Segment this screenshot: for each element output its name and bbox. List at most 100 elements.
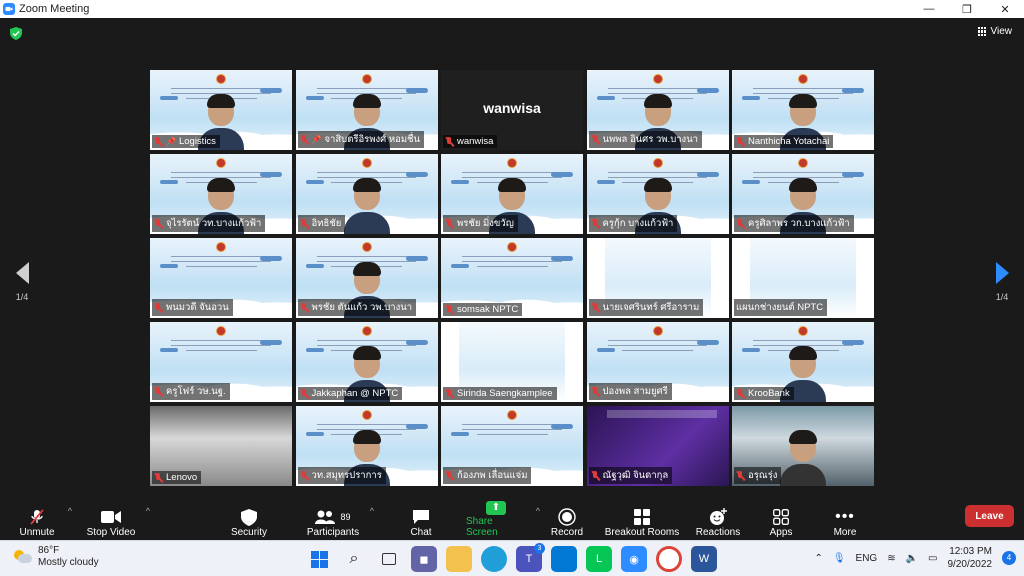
unmute-button[interactable]: Unmute ^ [16,500,72,538]
participants-options-caret-icon[interactable]: ^ [370,506,374,516]
line-app-icon[interactable]: L [586,546,612,572]
participant-name: นายเจศรินทร์ ศรีอาราม [602,302,700,313]
start-button-icon[interactable] [306,546,332,572]
participant-name-label: แผนกช่างยนต์ NPTC [734,299,828,316]
video-tile[interactable]: แผนกช่างยนต์ NPTC [732,238,874,318]
chevron-up-icon[interactable]: ⌃ [814,553,822,564]
more-button[interactable]: ••• More [830,500,860,538]
edge-browser-icon[interactable] [481,546,507,572]
video-options-caret-icon[interactable]: ^ [146,506,150,516]
mic-muted-icon [445,218,454,229]
participant-name: จาสิบตรีอิรพงศ์ หอมชื่น [324,134,421,145]
view-button[interactable]: View [977,26,1012,37]
mic-muted-icon [591,218,600,229]
language-indicator[interactable]: ENG [856,553,878,564]
more-label: More [833,527,857,538]
participant-name-label: wanwisa [443,135,498,148]
participant-name: ณัฐวุฒิ จินดากุล [602,470,669,481]
close-button[interactable]: ✕ [986,0,1024,18]
security-shield-icon [241,507,257,527]
microphone-icon[interactable]: 🎙 [833,553,846,564]
video-tile[interactable]: พรชัย ตันแก้ว วพ.บางนา [295,238,438,318]
mic-muted-icon [445,470,454,481]
zoom-taskbar-icon[interactable]: ◉ [621,546,647,572]
participant-name-label: KrooBank [734,387,794,400]
video-tile[interactable]: พรชัย มิ่งขวัญ [441,154,583,234]
stop-video-button[interactable]: Stop Video ^ [86,500,150,538]
chevron-left-icon [15,262,29,284]
video-tile[interactable]: 📌 Logistics [150,70,292,150]
video-tile[interactable]: Nanthicha Yotachai [732,70,874,150]
apps-button[interactable]: Apps [768,500,794,538]
video-tile[interactable]: 📌 จาสิบตรีอิรพงศ์ หอมชื่น [295,70,438,150]
video-tile[interactable]: ครูศิลาพร วก.บางแก้วฟ้า [732,154,874,234]
mic-muted-icon [591,470,600,481]
weather-widget[interactable]: 86°F Mostly cloudy [14,545,99,569]
teams-icon[interactable]: T3 [516,543,545,572]
participant-name-label: พรชัย ตันแก้ว วพ.บางนา [297,299,417,316]
mic-muted-icon [300,470,309,481]
chat-button[interactable]: Chat [408,500,434,538]
chrome-browser-icon[interactable] [656,546,682,572]
video-tile[interactable]: ครูกุ้ก บางแก้วฟ้า [586,154,729,234]
participants-button[interactable]: 89 Participants ^ [306,500,374,538]
notification-badge[interactable]: 4 [1002,551,1016,565]
battery-icon[interactable]: ▭ [928,553,937,564]
microsoft-store-icon[interactable] [551,546,577,572]
participant-name-label: 📌 จาสิบตรีอิรพงศ์ หอมชื่น [297,131,425,148]
video-tile[interactable]: วท.สมุทรปราการ [295,406,438,486]
breakout-rooms-button[interactable]: Breakout Rooms [604,500,680,538]
participant-name-label: Sirinda Saengkamplee [443,387,557,400]
participants-icon: 89 [315,507,351,527]
encryption-shield-icon[interactable] [10,27,22,40]
share-screen-label: Share Screen [466,516,498,538]
security-button[interactable]: Security [230,500,268,538]
windows-taskbar: 86°F Mostly cloudy ⌕ ◼ T3 L ◉ W ⌃ 🎙 ENG … [0,540,1024,576]
audio-options-caret-icon[interactable]: ^ [68,506,72,516]
leave-button[interactable]: Leave [965,505,1014,527]
video-tile[interactable]: ปองพล สามยูศรี [586,322,729,402]
clock[interactable]: 12:03 PM 9/20/2022 [948,545,993,571]
mic-muted-icon [445,304,454,315]
previous-page-button[interactable]: 1/4 [8,262,36,302]
maximize-button[interactable]: ❐ [948,0,986,18]
minimize-button[interactable]: — [910,0,948,18]
video-tile[interactable]: นายเจศรินทร์ ศรีอาราม [586,238,729,318]
video-tile[interactable]: Lenovo [150,406,292,486]
mic-muted-icon [154,136,163,147]
file-explorer-icon[interactable] [446,546,472,572]
video-tile[interactable]: somsak NPTC [441,238,583,318]
video-tile[interactable]: ครูโฟร์ วษ.นฐ. [150,322,292,402]
share-screen-button[interactable]: ⬆ Share Screen ^ [466,500,540,538]
meeting-area: View 1/4 1/4 📌 Logistics 📌 จาสิบตรีอิรพงศ์ … [0,18,1024,496]
grid-icon [977,27,987,36]
reactions-button[interactable]: Reactions [696,500,740,538]
participant-name-label: นายเจศรินทร์ ศรีอาราม [588,299,704,316]
record-button[interactable]: Record [550,500,584,538]
video-tile[interactable]: ณัฐวุฒิ จินดากุล [586,406,729,486]
search-icon[interactable]: ⌕ [341,546,367,572]
video-tile[interactable]: อิทธิชัย [295,154,438,234]
participant-name: อรุณรุ่ง [748,470,778,481]
participant-name: นพพล อินศร วพ.บางนา [602,134,699,145]
participant-name: พรชัย ตันแก้ว วพ.บางนา [311,302,413,313]
task-view-icon[interactable] [376,546,402,572]
wifi-icon[interactable]: ≋ [887,553,895,564]
video-tile[interactable]: wanwisa wanwisa [441,70,583,150]
video-tile[interactable]: Sirinda Saengkamplee [441,322,583,402]
video-tile[interactable]: อรุณรุ่ง [732,406,874,486]
share-options-caret-icon[interactable]: ^ [536,506,540,516]
video-tile[interactable]: นพพล อินศร วพ.บางนา [586,70,729,150]
word-icon[interactable]: W [691,546,717,572]
next-page-button[interactable]: 1/4 [988,262,1016,302]
video-tile[interactable]: Jakkaphan @ NPTC [295,322,438,402]
video-tile[interactable]: KrooBank [732,322,874,402]
video-tile[interactable]: พนมวดี จันอวน [150,238,292,318]
system-tray: ⌃ 🎙 ENG ≋ 🔈 ▭ 12:03 PM 9/20/2022 4 [814,545,1016,571]
video-tile[interactable]: จุไรรัตน์ วท.บางแก้วฟ้า [150,154,292,234]
teams-chat-icon[interactable]: ◼ [411,546,437,572]
mic-muted-icon [736,470,745,481]
video-tile[interactable]: ก้องภพ เลื่อนแจ่ม [441,406,583,486]
speaker-icon[interactable]: 🔈 [906,553,918,564]
apps-label: Apps [769,527,793,538]
